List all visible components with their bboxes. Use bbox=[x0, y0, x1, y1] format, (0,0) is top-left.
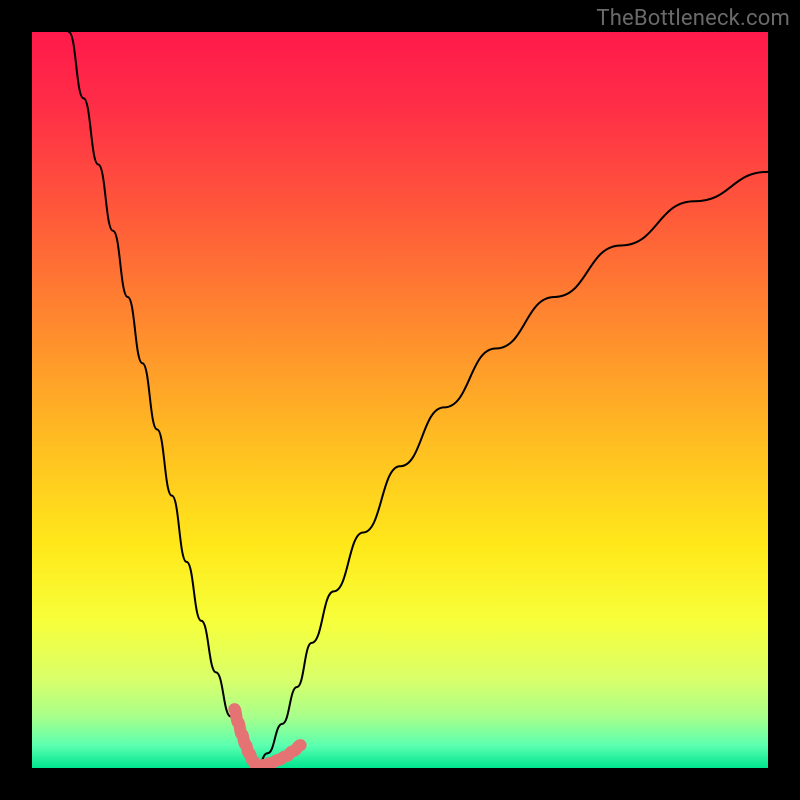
watermark-text: TheBottleneck.com bbox=[596, 6, 790, 31]
dip-highlight-left bbox=[234, 709, 256, 766]
plot-area bbox=[32, 32, 768, 768]
chart-curves bbox=[32, 32, 768, 768]
chart-frame: TheBottleneck.com bbox=[0, 0, 800, 800]
left-v-curve bbox=[69, 32, 257, 768]
right-v-curve bbox=[256, 172, 768, 768]
